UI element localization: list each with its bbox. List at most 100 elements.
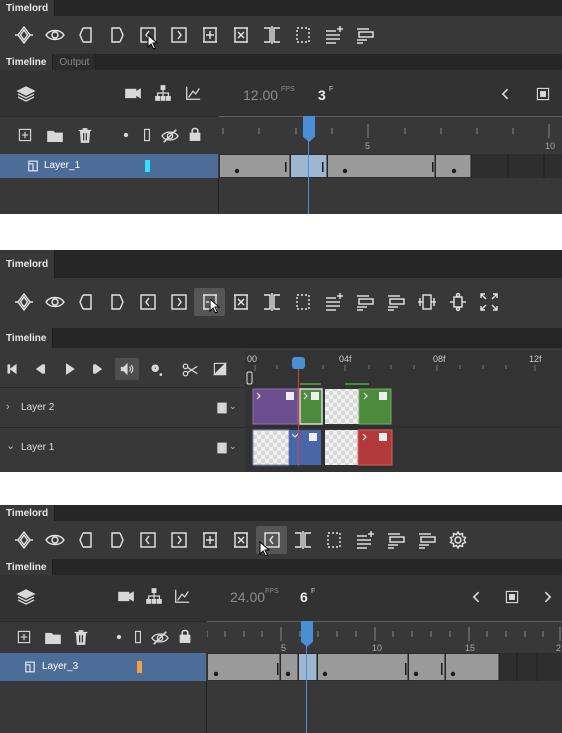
fps-value[interactable]: 24.00 bbox=[230, 589, 265, 605]
playhead[interactable] bbox=[301, 621, 313, 653]
scissors-icon[interactable] bbox=[181, 361, 199, 379]
outline-icon[interactable] bbox=[130, 629, 146, 645]
hierarchy-icon[interactable] bbox=[145, 587, 163, 605]
scale-tool[interactable] bbox=[411, 288, 442, 316]
new-layer-icon[interactable] bbox=[16, 629, 32, 645]
shrink-tool[interactable] bbox=[442, 288, 473, 316]
split-tool[interactable] bbox=[287, 526, 318, 554]
settings-icon[interactable] bbox=[148, 361, 164, 377]
layer-name[interactable]: Layer 2 bbox=[21, 402, 54, 413]
graph-icon[interactable] bbox=[184, 84, 202, 102]
playhead[interactable] bbox=[303, 116, 315, 154]
frame-ruler[interactable]: 5 10 15 2 bbox=[207, 621, 562, 653]
hide-all-icon[interactable] bbox=[151, 629, 169, 647]
split-tool[interactable] bbox=[256, 21, 287, 49]
trash-icon[interactable] bbox=[72, 628, 90, 646]
delete-frame-tool[interactable] bbox=[225, 21, 256, 49]
hierarchy-icon[interactable] bbox=[154, 84, 172, 102]
prev-frame-icon[interactable] bbox=[32, 361, 48, 377]
layers-icon[interactable] bbox=[16, 587, 36, 607]
prev-frame-icon[interactable] bbox=[469, 589, 485, 605]
frame-ruler[interactable]: 5 10 bbox=[219, 116, 562, 154]
keyframe-tool[interactable] bbox=[8, 21, 39, 49]
layer-name[interactable]: Layer_3 bbox=[42, 661, 78, 672]
outline-icon[interactable] bbox=[139, 127, 155, 143]
next-frame-icon[interactable] bbox=[539, 589, 555, 605]
align-tool[interactable] bbox=[380, 526, 411, 554]
align-2-tool[interactable] bbox=[411, 526, 442, 554]
tab-output[interactable]: Output bbox=[53, 54, 97, 70]
new-layer-icon[interactable] bbox=[17, 127, 33, 143]
layer-row-layer-2[interactable]: › Layer 2 ⌄ bbox=[0, 387, 245, 427]
trash-icon[interactable] bbox=[76, 126, 94, 144]
camera-icon[interactable] bbox=[117, 587, 135, 605]
next-frame-icon[interactable] bbox=[90, 361, 106, 377]
dropdown-chevron[interactable]: ⌄ bbox=[229, 441, 237, 452]
insert-frame-tool[interactable] bbox=[194, 526, 225, 554]
layer-row-layer-1[interactable]: Layer_1 bbox=[0, 154, 218, 178]
delete-frame-tool[interactable] bbox=[225, 288, 256, 316]
align-2-tool[interactable] bbox=[380, 288, 411, 316]
bracket-left-tool[interactable] bbox=[70, 288, 101, 316]
bracket-right-tool[interactable] bbox=[101, 526, 132, 554]
hide-all-icon[interactable] bbox=[161, 127, 179, 145]
prev-frame-icon[interactable] bbox=[498, 86, 514, 102]
add-list-tool[interactable] bbox=[349, 526, 380, 554]
center-playhead-icon[interactable] bbox=[504, 589, 520, 605]
layer-color-swatch[interactable] bbox=[145, 160, 150, 172]
dot-icon[interactable] bbox=[111, 629, 127, 645]
dropdown-chevron[interactable]: ⌄ bbox=[229, 401, 237, 412]
marquee-tool[interactable] bbox=[287, 288, 318, 316]
current-frame[interactable]: 6 bbox=[300, 589, 308, 605]
current-frame[interactable]: 3 bbox=[318, 87, 326, 103]
tab-timeline[interactable]: Timeline bbox=[0, 559, 54, 575]
folder-icon[interactable] bbox=[46, 127, 64, 145]
split-tool[interactable] bbox=[256, 288, 287, 316]
select-right-tool[interactable] bbox=[163, 288, 194, 316]
layer-row-layer-1[interactable]: ⌄ Layer 1 ⌄ bbox=[0, 427, 245, 467]
select-left-tool[interactable] bbox=[132, 288, 163, 316]
graph-icon[interactable] bbox=[173, 587, 191, 605]
onion-skin-tool[interactable] bbox=[39, 526, 70, 554]
keyframe-tool[interactable] bbox=[8, 288, 39, 316]
marquee-tool[interactable] bbox=[287, 21, 318, 49]
spread-tool[interactable] bbox=[473, 288, 504, 316]
gear-tool[interactable] bbox=[442, 526, 473, 554]
film-icon[interactable] bbox=[215, 401, 229, 415]
frame-track[interactable] bbox=[219, 154, 562, 178]
bracket-right-tool[interactable] bbox=[101, 21, 132, 49]
lock-icon[interactable] bbox=[187, 126, 203, 142]
add-list-tool[interactable] bbox=[318, 288, 349, 316]
insert-frame-tool[interactable] bbox=[194, 21, 225, 49]
fps-value[interactable]: 12.00 bbox=[243, 87, 278, 103]
onion-skin-tool[interactable] bbox=[39, 288, 70, 316]
onion-skin-tool[interactable] bbox=[39, 21, 70, 49]
frame-track[interactable] bbox=[207, 653, 562, 681]
folder-icon[interactable] bbox=[44, 629, 62, 647]
first-frame-icon[interactable] bbox=[4, 361, 20, 377]
expand-chevron[interactable]: › bbox=[6, 401, 10, 413]
align-tool[interactable] bbox=[349, 21, 380, 49]
layer-color-swatch[interactable] bbox=[137, 661, 142, 673]
tab-timelord[interactable]: Timelord bbox=[0, 250, 56, 278]
lock-icon[interactable] bbox=[177, 628, 193, 644]
bracket-left-tool[interactable] bbox=[70, 21, 101, 49]
layer-name[interactable]: Layer_1 bbox=[44, 160, 80, 171]
layers-icon[interactable] bbox=[16, 84, 36, 104]
select-right-tool[interactable] bbox=[163, 526, 194, 554]
center-playhead-icon[interactable] bbox=[535, 86, 551, 102]
layer-row-layer-3[interactable]: Layer_3 bbox=[0, 653, 206, 681]
playhead[interactable] bbox=[292, 357, 305, 369]
expand-chevron[interactable]: ⌄ bbox=[6, 439, 15, 452]
bracket-left-tool[interactable] bbox=[70, 526, 101, 554]
clip-track[interactable] bbox=[245, 387, 562, 472]
tab-timeline[interactable]: Timeline bbox=[0, 328, 54, 348]
dot-icon[interactable] bbox=[118, 127, 134, 143]
select-right-tool[interactable] bbox=[163, 21, 194, 49]
play-icon[interactable] bbox=[61, 361, 77, 377]
tab-timelord[interactable]: Timelord bbox=[0, 0, 56, 16]
marquee-tool[interactable] bbox=[318, 526, 349, 554]
camera-icon[interactable] bbox=[124, 84, 142, 102]
film-icon[interactable] bbox=[215, 441, 229, 455]
add-list-tool[interactable] bbox=[318, 21, 349, 49]
